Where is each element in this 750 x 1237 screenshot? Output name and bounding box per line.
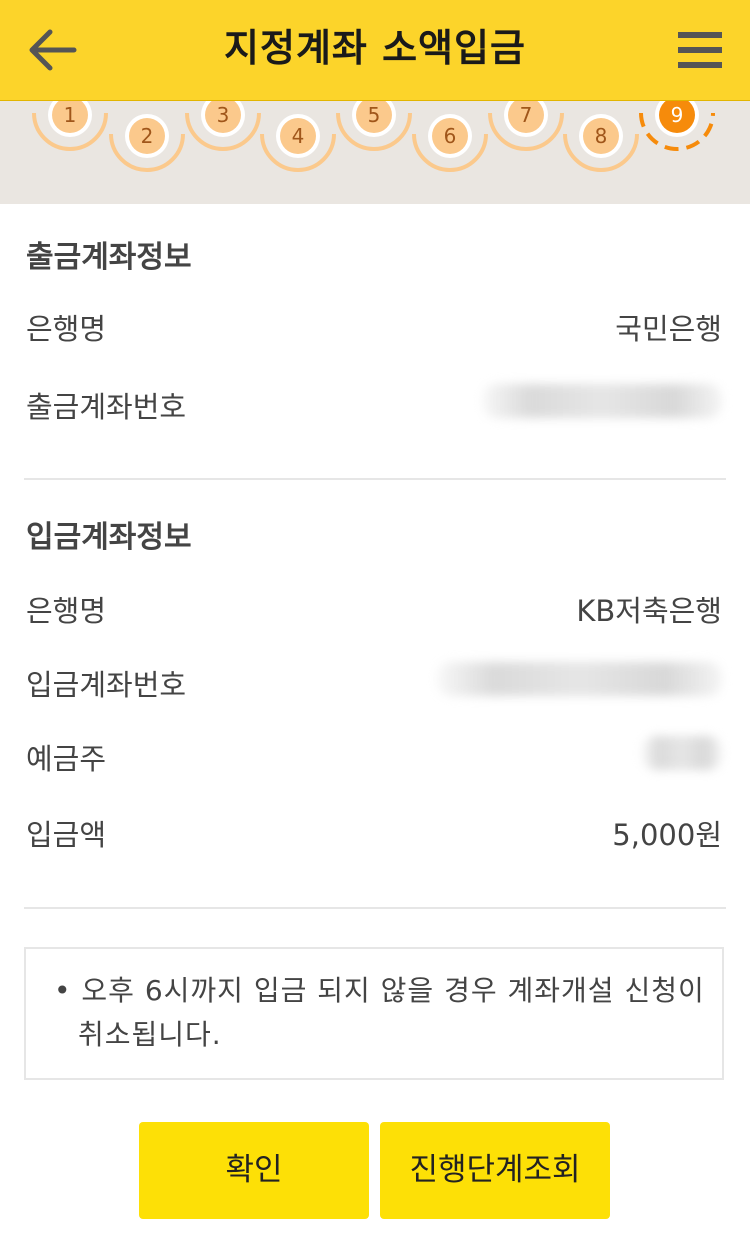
step-1: 1 <box>32 101 108 151</box>
step-number: 9 <box>671 103 684 127</box>
step-3: 3 <box>185 101 261 151</box>
confirm-button[interactable]: 확인 <box>139 1122 369 1219</box>
withdraw-account-masked-value <box>482 384 722 418</box>
step-number: 5 <box>368 103 381 127</box>
withdraw-bank-value: 국민은행 <box>615 312 722 346</box>
account-holder-masked-value <box>642 736 722 770</box>
app-header: 지정계좌 소액입금 <box>0 0 750 101</box>
step-8: 8 <box>563 114 639 172</box>
step-number: 7 <box>520 103 533 127</box>
deposit-bank-label: 은행명 <box>26 594 107 628</box>
page-title: 지정계좌 소액입금 <box>224 26 526 70</box>
step-number: 6 <box>444 124 457 148</box>
menu-button[interactable] <box>676 26 726 74</box>
withdraw-account-label: 출금계좌번호 <box>26 390 187 424</box>
hamburger-menu-icon <box>678 32 722 68</box>
step-6: 6 <box>412 114 488 172</box>
step-indicator-track: 1 2 3 4 5 6 7 8 9 <box>32 101 715 172</box>
notice-box: • 오후 6시까지 입금 되지 않을 경우 계좌개설 신청이 취소됩니다. <box>24 947 724 1080</box>
deposit-amount-value: 5,000원 <box>612 818 722 852</box>
step-7: 7 <box>488 101 564 151</box>
step-9: 9 <box>639 101 715 151</box>
step-number: 8 <box>595 124 608 148</box>
step-number: 2 <box>141 124 154 148</box>
account-holder-label: 예금주 <box>26 742 107 776</box>
deposit-account-label: 입금계좌번호 <box>26 668 187 702</box>
step-4: 4 <box>260 114 336 172</box>
deposit-section-title: 입금계좌정보 <box>26 520 192 555</box>
deposit-bank-value: KB저축은행 <box>576 594 722 628</box>
section-divider <box>24 478 726 480</box>
progress-inquiry-button[interactable]: 진행단계조회 <box>380 1122 610 1219</box>
deposit-account-masked-value <box>437 662 722 696</box>
step-2: 2 <box>109 114 185 172</box>
step-number: 1 <box>64 103 77 127</box>
section-divider <box>24 907 726 909</box>
notice-text: • 오후 6시까지 입금 되지 않을 경우 계좌개설 신청이 취소됩니다. <box>54 974 705 1051</box>
step-number: 4 <box>292 124 305 148</box>
step-progress-bar: 1 2 3 4 5 6 7 8 9 <box>0 101 750 204</box>
deposit-amount-label: 입금액 <box>26 818 107 852</box>
step-number: 3 <box>217 103 230 127</box>
withdraw-section-title: 출금계좌정보 <box>26 240 192 275</box>
step-5: 5 <box>336 101 412 151</box>
withdraw-bank-label: 은행명 <box>26 312 107 346</box>
